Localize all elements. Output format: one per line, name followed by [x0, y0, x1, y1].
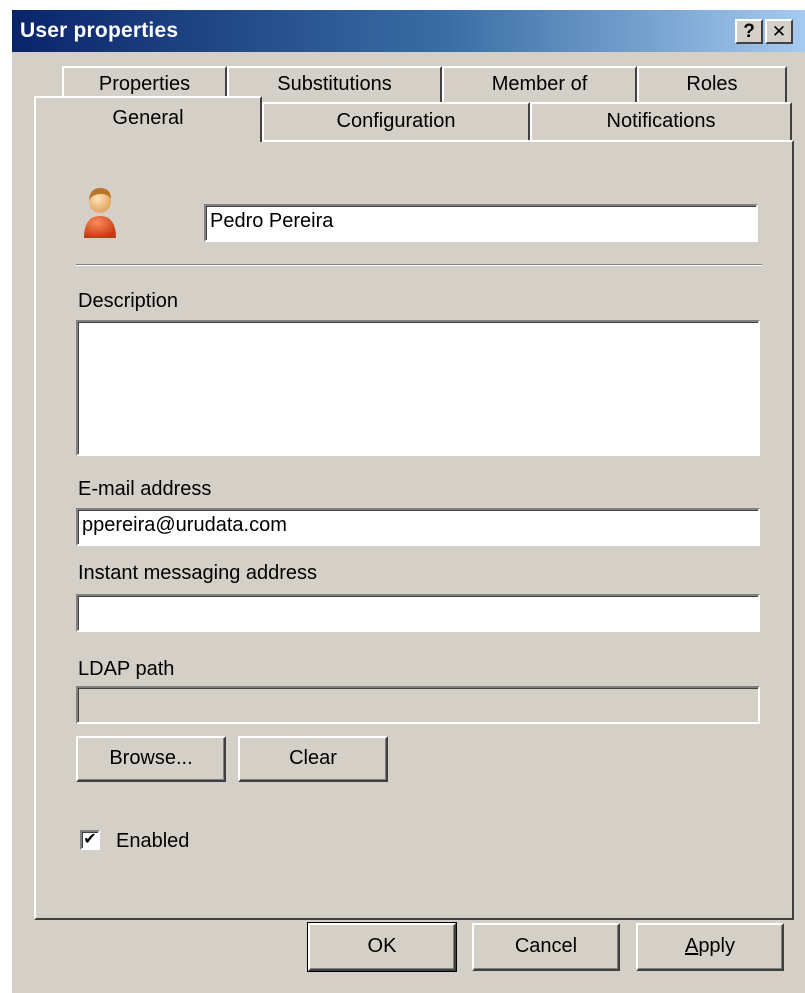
tab-general[interactable]: General [34, 96, 262, 142]
tab-roles[interactable]: Roles [637, 66, 787, 102]
apply-label: pply [698, 935, 736, 957]
title-bar[interactable]: User properties ? ✕ [12, 10, 805, 52]
header-separator [76, 264, 762, 266]
cancel-button[interactable]: Cancel [472, 923, 620, 971]
apply-button[interactable]: Apply [636, 923, 784, 971]
ldap-path-field [76, 686, 760, 724]
ldap-path-label: LDAP path [78, 658, 175, 680]
im-address-label: Instant messaging address [78, 562, 318, 584]
ok-button[interactable]: OK [307, 922, 457, 972]
tab-notifications[interactable]: Notifications [530, 102, 792, 140]
email-field[interactable]: ppereira@urudata.com [76, 508, 760, 546]
help-button[interactable]: ? [735, 19, 763, 44]
description-label: Description [78, 290, 179, 312]
apply-accelerator: A [684, 935, 699, 957]
clear-button[interactable]: Clear [238, 736, 388, 782]
browse-button[interactable]: Browse... [76, 736, 226, 782]
im-address-field[interactable] [76, 594, 760, 632]
tab-member-of[interactable]: Member of [442, 66, 637, 102]
user-name-field[interactable]: Pedro Pereira [204, 204, 758, 242]
general-tab-panel: Pedro Pereira Description E-mail address… [34, 140, 794, 920]
enabled-label[interactable]: Enabled [116, 830, 189, 853]
window-title: User properties [20, 19, 179, 42]
user-avatar-icon [80, 180, 120, 240]
description-textarea[interactable] [76, 320, 760, 456]
user-properties-dialog: User properties ? ✕ Properties Substitut… [12, 10, 805, 993]
enabled-checkbox[interactable]: ✔ [80, 830, 100, 850]
tab-configuration[interactable]: Configuration [262, 102, 530, 140]
email-label: E-mail address [78, 478, 212, 500]
close-button[interactable]: ✕ [765, 19, 793, 44]
